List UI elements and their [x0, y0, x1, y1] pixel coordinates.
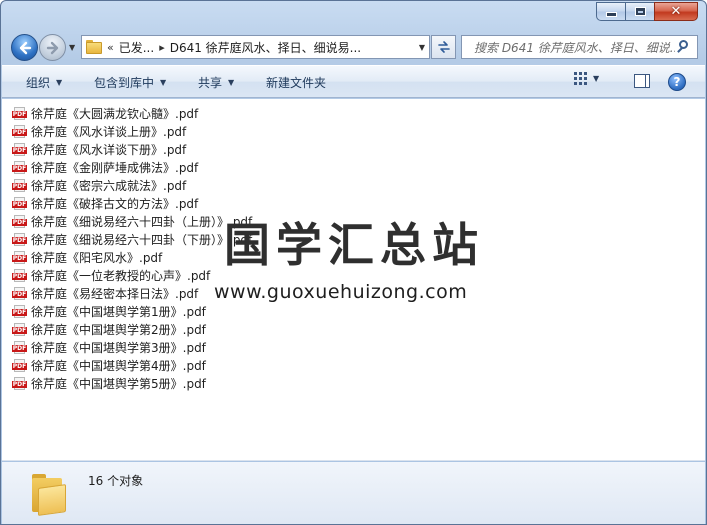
file-name[interactable]: 徐芹庭《一位老教授的心声》.pdf [31, 267, 210, 284]
chevron-down-icon: ▼ [593, 74, 600, 83]
pdf-icon: PDF [12, 178, 27, 192]
explorer-window: ✕ ▼ « 已发... ▸ D641 徐芹庭风水、择日、细说易... ▼ 搜索 … [0, 0, 707, 525]
chevron-down-icon: ▼ [56, 78, 63, 87]
file-name[interactable]: 徐芹庭《金刚萨埵成佛法》.pdf [31, 159, 198, 176]
search-box[interactable]: 搜索 D641 徐芹庭风水、择日、细说... [461, 35, 698, 59]
file-name[interactable]: 徐芹庭《易经密本择日法》.pdf [31, 285, 198, 302]
breadcrumb-separator-icon[interactable]: ▸ [159, 41, 165, 54]
pdf-icon: PDF [12, 196, 27, 210]
pdf-icon: PDF [12, 268, 27, 282]
file-list-item[interactable]: PDF 徐芹庭《风水详谈上册》.pdf [12, 122, 252, 140]
file-name[interactable]: 徐芹庭《中国堪舆学第3册》.pdf [31, 339, 206, 356]
share-menu[interactable]: 共享 ▼ [198, 74, 234, 91]
close-icon: ✕ [670, 4, 682, 19]
file-name[interactable]: 徐芹庭《大圆满龙钦心髓》.pdf [31, 105, 198, 122]
file-list-item[interactable]: PDF 徐芹庭《密宗六成就法》.pdf [12, 176, 252, 194]
organize-menu[interactable]: 组织 ▼ [26, 74, 62, 91]
file-list-item[interactable]: PDF 徐芹庭《阳宅风水》.pdf [12, 248, 252, 266]
preview-pane-icon[interactable] [634, 74, 650, 88]
address-dropdown-icon[interactable]: ▼ [419, 43, 425, 52]
watermark: 国学汇总站 www.guoxuehuizong.com [214, 218, 524, 303]
pdf-icon: PDF [12, 286, 27, 300]
details-pane: 16 个对象 [2, 462, 705, 524]
recent-pages-dropdown[interactable]: ▼ [69, 43, 75, 52]
minimize-button[interactable] [596, 2, 625, 21]
include-in-library-menu[interactable]: 包含到库中 ▼ [94, 74, 166, 91]
item-count: 16 个对象 [88, 474, 144, 488]
pdf-icon: PDF [12, 142, 27, 156]
search-input[interactable]: 搜索 D641 徐芹庭风水、择日、细说... [462, 39, 675, 56]
file-name[interactable]: 徐芹庭《中国堪舆学第1册》.pdf [31, 303, 206, 320]
watermark-logo: 国学汇总站 [224, 218, 484, 272]
breadcrumb-parent[interactable]: 已发... [119, 39, 154, 56]
file-list-item[interactable]: PDF 徐芹庭《破择古文的方法》.pdf [12, 194, 252, 212]
file-list-item[interactable]: PDF 徐芹庭《大圆满龙钦心髓》.pdf [12, 104, 252, 122]
new-folder-label: 新建文件夹 [266, 76, 327, 90]
pdf-icon: PDF [12, 376, 27, 390]
file-name[interactable]: 徐芹庭《细说易经六十四卦（下册）》.pdf [31, 231, 252, 248]
maximize-button[interactable] [625, 2, 654, 21]
address-bar[interactable]: « 已发... ▸ D641 徐芹庭风水、择日、细说易... ▼ [81, 35, 430, 59]
file-list-item[interactable]: PDF 徐芹庭《中国堪舆学第3册》.pdf [12, 338, 252, 356]
organize-label: 组织 [26, 76, 51, 90]
minimize-icon [605, 12, 617, 17]
close-button[interactable]: ✕ [654, 2, 698, 21]
address-overflow[interactable]: « [107, 41, 114, 54]
new-folder-button[interactable]: 新建文件夹 [266, 74, 326, 91]
help-icon[interactable]: ? [668, 73, 686, 91]
file-list-item[interactable]: PDF 徐芹庭《中国堪舆学第4册》.pdf [12, 356, 252, 374]
refresh-button[interactable] [431, 35, 456, 59]
chevron-down-icon: ▼ [228, 78, 235, 87]
pdf-icon: PDF [12, 124, 27, 138]
file-list-pane[interactable]: PDF 徐芹庭《大圆满龙钦心髓》.pdf PDF 徐芹庭《风水详谈上册》.pdf PDF… [2, 99, 705, 461]
view-options-icon [574, 72, 587, 85]
file-name[interactable]: 徐芹庭《密宗六成就法》.pdf [31, 177, 186, 194]
file-list-item[interactable]: PDF 徐芹庭《中国堪舆学第5册》.pdf [12, 374, 252, 392]
file-list-item[interactable]: PDF 徐芹庭《金刚萨埵成佛法》.pdf [12, 158, 252, 176]
file-list-item[interactable]: PDF 徐芹庭《中国堪舆学第2册》.pdf [12, 320, 252, 338]
file-name[interactable]: 徐芹庭《风水详谈上册》.pdf [31, 123, 186, 140]
file-name[interactable]: 徐芹庭《风水详谈下册》.pdf [31, 141, 186, 158]
pdf-icon: PDF [12, 304, 27, 318]
folder-icon [86, 40, 102, 54]
pdf-icon: PDF [12, 160, 27, 174]
folder-icon [30, 472, 66, 516]
forward-button[interactable] [39, 34, 66, 61]
file-name[interactable]: 徐芹庭《中国堪舆学第2册》.pdf [31, 321, 206, 338]
change-view-button[interactable]: ▼ [574, 72, 599, 85]
file-name[interactable]: 徐芹庭《中国堪舆学第4册》.pdf [31, 357, 206, 374]
file-name[interactable]: 徐芹庭《细说易经六十四卦（上册）》.pdf [31, 213, 252, 230]
breadcrumb-current[interactable]: D641 徐芹庭风水、择日、细说易... [170, 39, 361, 56]
file-list-item[interactable]: PDF 徐芹庭《风水详谈下册》.pdf [12, 140, 252, 158]
chevron-down-icon: ▼ [160, 78, 167, 87]
pdf-icon: PDF [12, 106, 27, 120]
include-in-library-label: 包含到库中 [94, 76, 155, 90]
pdf-icon: PDF [12, 322, 27, 336]
watermark-url: www.guoxuehuizong.com [214, 281, 468, 303]
forward-arrow-icon [46, 41, 58, 54]
file-list-item[interactable]: PDF 徐芹庭《细说易经六十四卦（下册）》.pdf [12, 230, 252, 248]
file-name[interactable]: 徐芹庭《破择古文的方法》.pdf [31, 195, 198, 212]
caption-buttons: ✕ [596, 2, 698, 21]
file-name[interactable]: 徐芹庭《中国堪舆学第5册》.pdf [31, 375, 206, 392]
pdf-icon: PDF [12, 340, 27, 354]
file-list-item[interactable]: PDF 徐芹庭《细说易经六十四卦（上册）》.pdf [12, 212, 252, 230]
maximize-icon [635, 8, 645, 15]
back-arrow-icon [19, 41, 31, 54]
file-list-item[interactable]: PDF 徐芹庭《中国堪舆学第1册》.pdf [12, 302, 252, 320]
refresh-icon [437, 41, 450, 53]
file-list: PDF 徐芹庭《大圆满龙钦心髓》.pdf PDF 徐芹庭《风水详谈上册》.pdf PDF… [12, 104, 252, 392]
search-icon[interactable] [675, 39, 691, 55]
command-bar: 组织 ▼ 包含到库中 ▼ 共享 ▼ 新建文件夹 ▼ ? [2, 65, 705, 98]
pdf-icon: PDF [12, 358, 27, 372]
pdf-icon: PDF [12, 250, 27, 264]
pdf-icon: PDF [12, 232, 27, 246]
pdf-icon: PDF [12, 214, 27, 228]
share-label: 共享 [198, 76, 223, 90]
back-button[interactable] [11, 34, 38, 61]
file-name[interactable]: 徐芹庭《阳宅风水》.pdf [31, 249, 162, 266]
navigation-bar: ▼ « 已发... ▸ D641 徐芹庭风水、择日、细说易... ▼ 搜索 D6… [9, 31, 699, 61]
